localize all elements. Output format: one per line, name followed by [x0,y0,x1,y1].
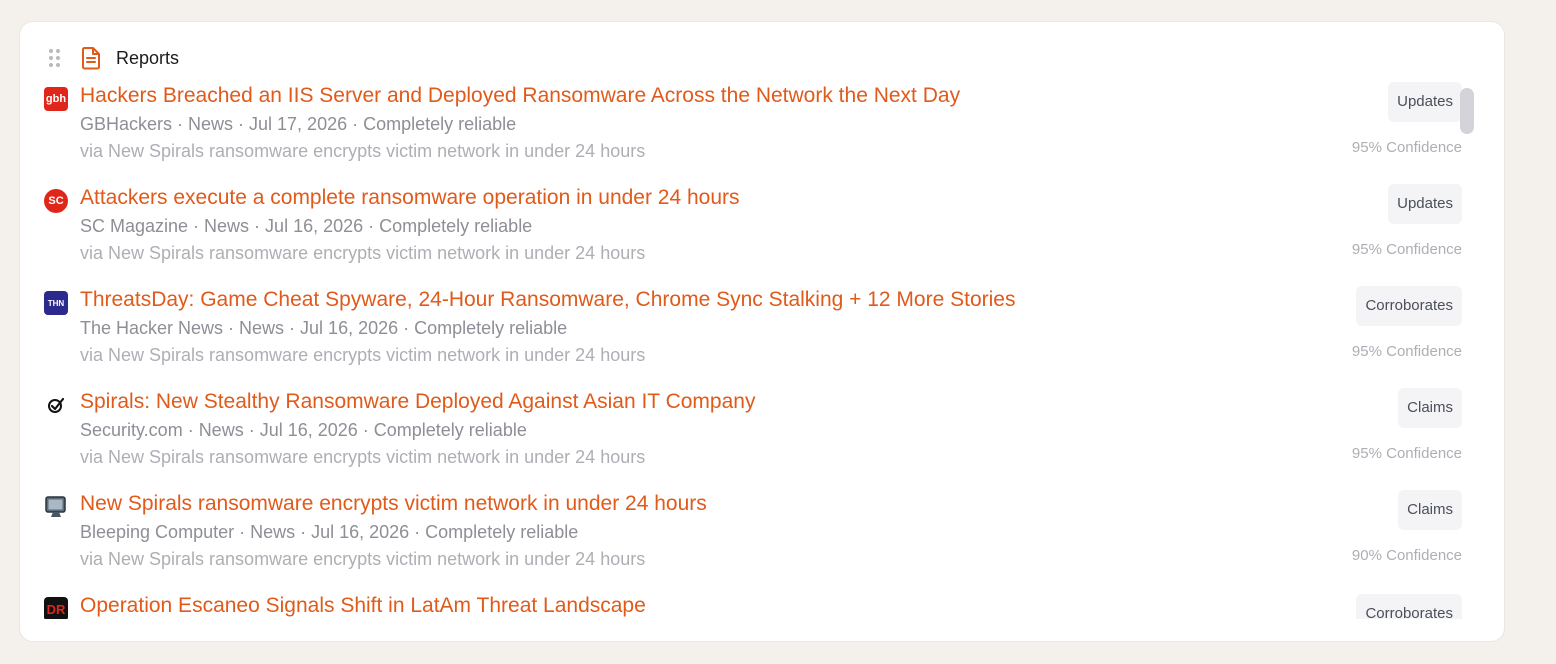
report-meta: Bleeping Computer · News · Jul 16, 2026 … [80,522,579,542]
list-item: SC Attackers execute a complete ransomwa… [42,184,1462,286]
list-item: DR Operation Escaneo Signals Shift in La… [42,592,1462,619]
report-title-link[interactable]: ThreatsDay: Game Cheat Spyware, 24-Hour … [80,286,1015,314]
drag-handle-icon[interactable] [48,48,62,68]
reports-list[interactable]: gbh Hackers Breached an IIS Server and D… [42,82,1462,619]
report-via: via New Spirals ransomware encrypts vict… [80,243,646,263]
relation-badge[interactable]: Updates [1388,82,1462,122]
hacker-news-favicon-icon: THN [44,291,68,315]
reports-panel: Reports gbh Hackers Breached an IIS Serv… [19,21,1505,642]
list-item: THN ThreatsDay: Game Cheat Spyware, 24-H… [42,286,1462,388]
confidence-label: 95% Confidence [1351,241,1462,258]
relation-badge[interactable]: Claims [1398,490,1462,530]
document-icon [82,47,100,70]
list-item: Spirals: New Stealthy Ransomware Deploye… [42,388,1462,490]
relation-badge[interactable]: Corroborates [1356,286,1462,326]
list-item: New Spirals ransomware encrypts victim n… [42,490,1462,592]
relation-badge[interactable]: Updates [1388,184,1462,224]
list-item: gbh Hackers Breached an IIS Server and D… [42,82,1462,184]
report-title-link[interactable]: Operation Escaneo Signals Shift in LatAm… [80,592,646,619]
report-meta: SC Magazine · News · Jul 16, 2026 · Comp… [80,216,533,236]
relation-badge[interactable]: Corroborates [1356,594,1462,619]
bleeping-computer-favicon-icon [44,495,68,519]
confidence-label: 95% Confidence [1351,343,1462,360]
report-via: via New Spirals ransomware encrypts vict… [80,345,646,365]
report-meta: Security.com · News · Jul 16, 2026 · Com… [80,420,527,440]
report-title-link[interactable]: New Spirals ransomware encrypts victim n… [80,490,707,518]
confidence-label: 95% Confidence [1351,139,1462,156]
report-meta: The Hacker News · News · Jul 16, 2026 · … [80,318,568,338]
dark-reading-favicon-icon: DR [44,597,68,619]
confidence-label: 90% Confidence [1351,547,1462,564]
gbhackers-favicon-icon: gbh [44,87,68,111]
scrollbar-thumb[interactable] [1460,88,1474,134]
report-title-link[interactable]: Attackers execute a complete ransomware … [80,184,740,212]
confidence-label: 95% Confidence [1351,445,1462,462]
panel-title: Reports [116,47,180,68]
relation-badge[interactable]: Claims [1398,388,1462,428]
scrollbar[interactable] [1459,82,1475,619]
report-meta: GBHackers · News · Jul 17, 2026 · Comple… [80,114,517,134]
security-com-favicon-icon [44,393,68,417]
report-title-link[interactable]: Hackers Breached an IIS Server and Deplo… [80,82,960,110]
panel-header: Reports [48,46,179,70]
report-title-link[interactable]: Spirals: New Stealthy Ransomware Deploye… [80,388,755,416]
report-via: via New Spirals ransomware encrypts vict… [80,141,646,161]
report-via: via New Spirals ransomware encrypts vict… [80,549,646,569]
sc-magazine-favicon-icon: SC [44,189,68,213]
report-via: via New Spirals ransomware encrypts vict… [80,447,646,467]
